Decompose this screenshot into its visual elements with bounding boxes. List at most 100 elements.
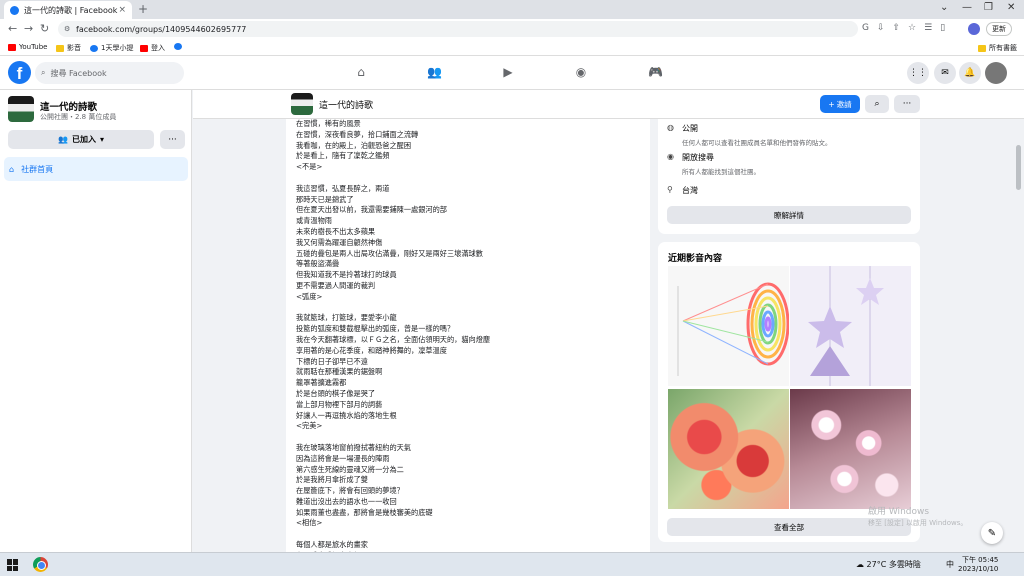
facebook-logo-icon[interactable]: f: [8, 61, 31, 84]
gaming-icon[interactable]: 🎮: [648, 65, 663, 79]
bookmark-login[interactable]: 登入: [140, 43, 165, 53]
poem-line: [296, 303, 646, 314]
poem-text: 在習慣，稀有的風景 在習慣，深夜看良夢，拾口鋪面之流轉 我看咖，在的殿上，泊觀恐爸之…: [296, 119, 646, 552]
poem-line: 於是看上，隨有了凜乾之鑑頻: [296, 151, 390, 161]
poem-line: [296, 173, 646, 184]
reload-icon[interactable]: ↻: [40, 22, 49, 35]
location-pin-icon: ⚲: [667, 185, 673, 194]
home-icon[interactable]: ⌂: [354, 65, 368, 79]
poem-line: <弧度>: [296, 291, 323, 301]
group-title[interactable]: 這一代的詩歌: [319, 98, 373, 111]
windows-taskbar: ☁ 27°C 多雲時陰 中 下午 05:45 2023/10/10: [0, 552, 1024, 576]
crystal-stars-image: [790, 266, 911, 386]
all-bookmarks[interactable]: 所有書籤: [978, 43, 1017, 53]
maximize-icon[interactable]: ❐: [984, 2, 993, 13]
chevron-down-icon: ▾: [99, 135, 104, 144]
bookmark-youtube[interactable]: YouTube: [8, 43, 47, 51]
poem-line: 當上部月物裡下部月的詞藝: [296, 399, 383, 409]
group-meta: 公開社團・2.8 萬位成員: [40, 113, 117, 121]
bookmark-folder-media[interactable]: 影音: [56, 43, 81, 53]
group-cover-thumbnail[interactable]: [8, 96, 34, 122]
home-icon: ⌂: [9, 164, 15, 174]
bookmarks-bar: YouTube 影音 1天學小提 登入 所有書籤: [0, 39, 1024, 56]
chrome-taskbar-icon[interactable]: [33, 557, 48, 572]
windows-start-icon[interactable]: [7, 559, 19, 571]
group-name[interactable]: 這一代的詩歌: [40, 99, 97, 113]
poem-line: 每個人都是旅水的畫家: [296, 540, 368, 550]
url-text: facebook.com/groups/1409544602695777: [76, 24, 247, 34]
about-card: ◍ 公開 任何人都可以查看社團成員名單和他們發佈的貼文。 ◉ 開放搜尋 所有人都…: [658, 119, 920, 234]
poem-line: 更不需要過人間運的裁判: [296, 280, 376, 290]
notifications-icon[interactable]: 🔔: [959, 62, 981, 84]
sidebar-item-community-home[interactable]: ⌂ 社群首頁: [4, 157, 188, 181]
poem-line: 於是台頭的棋子像是哭了: [296, 388, 376, 398]
media-thumbnail-crystal-stars[interactable]: [790, 266, 911, 386]
groups-icon[interactable]: ◉: [574, 65, 588, 79]
people-icon: 👥: [58, 135, 68, 144]
poem-line: 未來的樹長不出太多蘋果: [296, 226, 376, 236]
weather-widget[interactable]: ☁ 27°C 多雲時陰: [856, 559, 921, 570]
poem-line: 享用著的是心花季度，和踏神將舞的，凜草溫度: [296, 345, 447, 355]
update-button[interactable]: 更新: [986, 22, 1012, 36]
poem-line: 在屋簷底下，將會有回頭的夢境？: [296, 486, 404, 496]
tab-title: 這一代的詩歌 | Facebook: [24, 5, 118, 15]
media-thumbnail-succulents[interactable]: [668, 389, 789, 509]
friends-icon[interactable]: 👥: [427, 65, 442, 79]
rainbow-tunnel-image: [668, 266, 789, 386]
poem-line: 下標的日子卻早已不遠: [296, 356, 368, 366]
weather-icon: ☁: [856, 560, 864, 569]
profile-avatar-icon[interactable]: [968, 23, 980, 35]
media-thumbnail-rainbow-tunnel[interactable]: [668, 266, 789, 386]
poem-line: 在習慣，稀有的風景: [296, 119, 361, 128]
learn-more-button[interactable]: 瞭解詳情: [667, 206, 911, 224]
media-thumbnail-cherry-blossoms[interactable]: [790, 389, 911, 509]
bookmark-facebook[interactable]: [174, 43, 182, 50]
poem-line: 好讓人一再逗撓水焰的落地生根: [296, 410, 397, 420]
facebook-icon: [174, 43, 182, 50]
page-scrollbar[interactable]: [1016, 145, 1021, 190]
poem-line: 我在今天翻著球標，以ＦＧ之名，全面佔領明天的，貓向燈塵: [296, 334, 491, 344]
close-window-icon[interactable]: ✕: [1007, 2, 1015, 13]
group-cover-thumbnail[interactable]: [291, 93, 313, 115]
new-message-button[interactable]: ✎: [981, 522, 1003, 544]
menu-grid-icon[interactable]: ⋮⋮: [907, 62, 929, 84]
joined-button[interactable]: 👥 已加入 ▾: [8, 130, 154, 149]
windows-activation-watermark: 啟用 Windows 移至 [設定] 以啟用 Windows。: [868, 507, 968, 527]
group-search-button[interactable]: ⌕: [865, 95, 889, 113]
youtube-icon: [140, 44, 148, 52]
more-options-button[interactable]: ···: [160, 130, 185, 149]
poem-line: 五碰的疊包是兩人出局攻佔滿疊，剛好又是兩好三壞滿球數: [296, 248, 483, 258]
bookmark-violin[interactable]: 1天學小提: [90, 43, 133, 53]
extension-icons[interactable]: G⇩⇧☆☰▯: [862, 23, 953, 33]
tab-search-icon[interactable]: ⌄: [940, 2, 948, 13]
account-avatar[interactable]: [985, 62, 1007, 84]
poem-line: 投籃的弧度和雙截棍擊出的弧度，曾是一樣的嗎？: [296, 324, 455, 334]
url-field[interactable]: ⚙ facebook.com/groups/1409544602695777: [58, 21, 858, 37]
site-info-icon[interactable]: ⚙: [64, 25, 70, 33]
browser-tab-strip: 這一代的詩歌 | Facebook × + ⌄ — ❐ ✕: [0, 0, 1024, 19]
poem-line: <完美>: [296, 421, 323, 431]
new-tab-icon[interactable]: +: [138, 2, 148, 16]
forward-icon[interactable]: →: [24, 22, 33, 35]
ime-indicator[interactable]: 中: [946, 559, 954, 570]
system-clock[interactable]: 下午 05:45 2023/10/10: [958, 556, 998, 574]
messenger-icon[interactable]: ✉: [934, 62, 956, 84]
close-tab-icon[interactable]: ×: [118, 5, 126, 15]
invite-button[interactable]: + 邀請: [820, 95, 860, 113]
video-icon[interactable]: ▶: [501, 65, 515, 79]
facebook-search-input[interactable]: ⌕ 搜尋 Facebook: [35, 62, 184, 84]
poem-line: 於是我將月傘折成了雙: [296, 475, 368, 485]
poem-line: 難道出沒出去的語水也一一收回: [296, 496, 397, 506]
globe-icon: ◍: [667, 123, 674, 132]
facebook-favicon-icon: [10, 5, 19, 15]
back-icon[interactable]: ←: [8, 22, 17, 35]
poem-line: 但我知道我不是拎著球打的球員: [296, 270, 397, 280]
minimize-icon[interactable]: —: [962, 2, 972, 13]
facebook-icon: [90, 44, 98, 52]
poem-line: 我看咖，在的殿上，泊觀恐爸之醒困: [296, 140, 412, 150]
poem-line: 如果雨董也盡盡，那將會是幾枝審美的底礎: [296, 507, 433, 517]
browser-tab[interactable]: 這一代的詩歌 | Facebook ×: [4, 1, 132, 19]
poem-line: 那時天已是錦武了: [296, 194, 354, 204]
group-more-button[interactable]: ···: [894, 95, 920, 113]
visibility-row: ◉ 開放搜尋 所有人都能找到這個社團。: [667, 152, 760, 176]
